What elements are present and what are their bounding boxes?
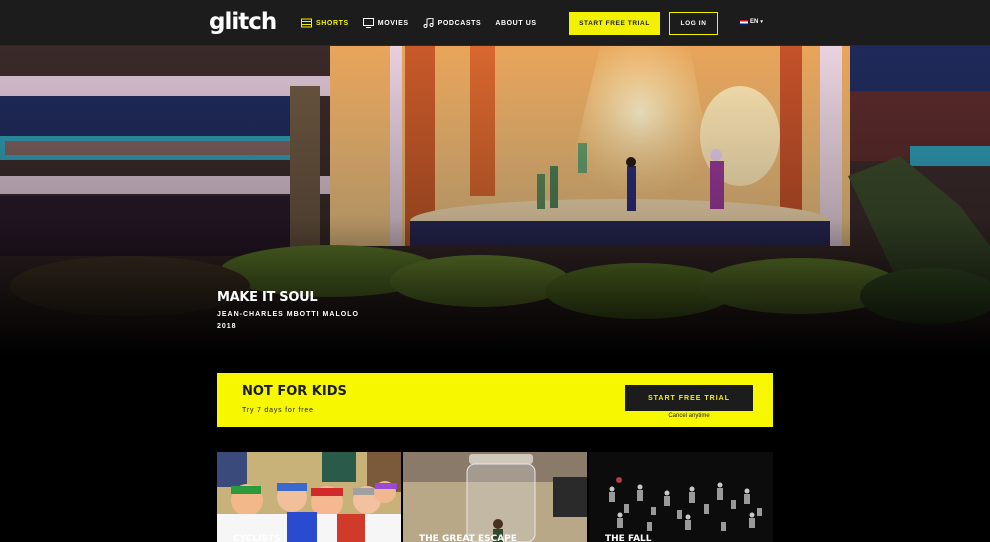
the-fall-thumbnail — [589, 452, 773, 542]
nav-movies[interactable]: MOVIES — [362, 17, 409, 29]
promo-banner: NOT FOR KIDS Try 7 days for free START F… — [217, 373, 773, 427]
nav-about-us[interactable]: ABOUT US — [495, 17, 536, 29]
nav-movies-label: MOVIES — [377, 19, 409, 27]
tv-icon — [362, 18, 374, 28]
music-note-icon — [423, 18, 434, 28]
cancel-anytime-note: Cancel anytime — [668, 413, 710, 419]
nav-shorts[interactable]: SHORTS — [301, 17, 349, 29]
film-card-title: THE GREAT ESCAPE — [419, 534, 517, 542]
language-selector[interactable]: EN ▾ — [740, 19, 763, 25]
hero-title: MAKE IT SOUL — [217, 290, 318, 305]
glitch-logo[interactable]: glitch — [209, 9, 277, 35]
caret-down-icon: ▾ — [760, 19, 763, 25]
nav-shorts-label: SHORTS — [316, 19, 349, 27]
hero-illustration — [0, 46, 990, 358]
nav-podcasts[interactable]: PODCASTS — [423, 17, 482, 29]
header-start-trial-button[interactable]: START FREE TRIAL — [569, 12, 660, 35]
great-escape-thumbnail — [403, 452, 587, 542]
login-button[interactable]: LOG IN — [669, 12, 718, 35]
cyclists-thumbnail — [217, 452, 401, 542]
hero-year: 2018 — [217, 323, 237, 330]
film-card-row: CYCLISTS THE GREAT ESCAPE THE FALL — [217, 452, 773, 542]
banner-start-trial-button[interactable]: START FREE TRIAL — [625, 385, 753, 411]
nav-about-us-label: ABOUT US — [495, 19, 537, 27]
banner-title: NOT FOR KIDS — [242, 384, 347, 399]
nav-podcasts-label: PODCASTS — [437, 19, 482, 27]
uk-flag-icon — [740, 19, 748, 25]
banner-subtitle: Try 7 days for free — [242, 407, 314, 414]
main-nav: SHORTS MOVIES PODCASTS ABOUT US — [301, 17, 537, 29]
hero-director: JEAN-CHARLES MBOTTI MALOLO — [217, 311, 359, 318]
film-card-title: THE FALL — [605, 534, 652, 542]
film-card-the-great-escape[interactable]: THE GREAT ESCAPE — [403, 452, 587, 542]
film-icon — [301, 18, 312, 28]
film-card-cyclists[interactable]: CYCLISTS — [217, 452, 401, 542]
top-navbar: glitch SHORTS MOVIES PODCASTS ABOUT US S… — [0, 0, 990, 46]
film-card-title: CYCLISTS — [233, 534, 281, 542]
language-label: EN — [750, 19, 759, 25]
hero-banner[interactable]: MAKE IT SOUL JEAN-CHARLES MBOTTI MALOLO … — [0, 46, 990, 358]
film-card-the-fall[interactable]: THE FALL — [589, 452, 773, 542]
